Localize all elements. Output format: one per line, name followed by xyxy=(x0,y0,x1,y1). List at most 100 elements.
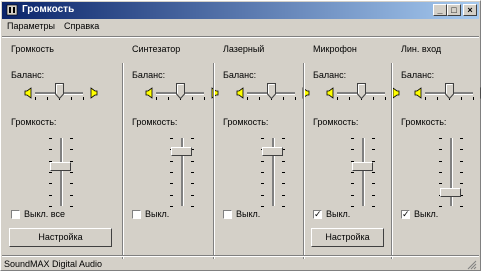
volume-tick xyxy=(439,161,442,162)
volume-tick xyxy=(191,206,194,207)
volume-tick xyxy=(282,172,285,173)
volume-label: Громкость: xyxy=(313,117,359,127)
balance-tick xyxy=(373,97,374,100)
mute-checkbox[interactable] xyxy=(223,210,232,219)
volume-tick xyxy=(191,183,194,184)
mute-label: Выкл. все xyxy=(24,209,65,219)
channel-separator xyxy=(122,63,124,259)
volume-tick xyxy=(191,172,194,173)
minimize-icon: _ xyxy=(437,5,443,15)
volume-tick xyxy=(49,138,52,139)
volume-tick xyxy=(372,206,375,207)
volume-tick xyxy=(372,172,375,173)
balance-tick xyxy=(192,97,193,100)
channel-strip: Громкость Баланс: Громкость: Выкл. все Наст… xyxy=(5,37,123,259)
title-bar[interactable]: Громкость _ □ × xyxy=(2,2,479,19)
volume-track xyxy=(362,138,365,206)
volume-tick xyxy=(170,138,173,139)
balance-tick xyxy=(349,97,350,100)
maximize-button[interactable]: □ xyxy=(447,4,461,16)
menu-bar: Параметры Справка xyxy=(2,20,479,35)
volume-tick xyxy=(460,138,463,139)
volume-tick xyxy=(170,183,173,184)
volume-tick xyxy=(439,138,442,139)
balance-slider-thumb[interactable] xyxy=(55,83,64,99)
volume-tick xyxy=(170,206,173,207)
balance-tick xyxy=(168,97,169,100)
volume-tick xyxy=(261,183,264,184)
balance-tick xyxy=(204,97,205,100)
balance-tick xyxy=(461,97,462,100)
volume-tick xyxy=(460,206,463,207)
volume-tick xyxy=(261,206,264,207)
channel-title: Лин. вход xyxy=(401,44,442,54)
volume-tick xyxy=(170,161,173,162)
volume-slider-thumb[interactable] xyxy=(262,147,283,156)
volume-tick xyxy=(439,206,442,207)
balance-slider-thumb[interactable] xyxy=(176,83,185,99)
channel-separator xyxy=(303,63,305,259)
balance-tick xyxy=(283,97,284,100)
channel-title: Микрофон xyxy=(313,44,357,54)
volume-slider-thumb[interactable] xyxy=(352,162,373,171)
channel-strip: Микрофон Баланс: Громкость: ✓ Выкл. Настройк… xyxy=(307,37,400,259)
mute-checkbox[interactable]: ✓ xyxy=(313,210,322,219)
balance-label: Баланс: xyxy=(11,70,45,80)
volume-tick xyxy=(351,172,354,173)
volume-tick xyxy=(351,149,354,150)
minimize-button[interactable]: _ xyxy=(433,4,447,16)
balance-tick xyxy=(295,97,296,100)
mute-checkbox[interactable] xyxy=(11,210,20,219)
window-title: Громкость xyxy=(22,4,75,15)
checkmark-icon: ✓ xyxy=(402,209,410,219)
balance-label: Баланс: xyxy=(132,70,166,80)
balance-slider-thumb[interactable] xyxy=(445,83,454,99)
mute-checkbox[interactable]: ✓ xyxy=(401,210,410,219)
balance-slider-thumb[interactable] xyxy=(267,83,276,99)
resize-grip-icon[interactable] xyxy=(467,260,477,270)
balance-tick xyxy=(437,97,438,100)
volume-slider-thumb[interactable] xyxy=(171,147,192,156)
volume-label: Громкость: xyxy=(223,117,269,127)
menu-help[interactable]: Справка xyxy=(64,21,99,31)
volume-tick xyxy=(49,206,52,207)
volume-tick xyxy=(351,183,354,184)
volume-tick xyxy=(261,161,264,162)
volume-tick xyxy=(70,206,73,207)
volume-tick xyxy=(70,183,73,184)
balance-tick xyxy=(385,97,386,100)
volume-slider-thumb[interactable] xyxy=(50,162,71,171)
channel-strip: Синтезатор Баланс: Громкость: Выкл. xyxy=(126,37,219,259)
volume-tick xyxy=(70,138,73,139)
channel-title: Синтезатор xyxy=(132,44,181,54)
balance-tick xyxy=(83,97,84,100)
volume-tick xyxy=(49,149,52,150)
balance-slider-thumb[interactable] xyxy=(357,83,366,99)
volume-tick xyxy=(191,138,194,139)
volume-tick xyxy=(282,195,285,196)
balance-tick xyxy=(35,97,36,100)
mute-checkbox[interactable] xyxy=(132,210,141,219)
volume-tick xyxy=(351,138,354,139)
volume-tick xyxy=(282,183,285,184)
volume-tick xyxy=(261,195,264,196)
speaker-left-icon xyxy=(414,87,423,99)
balance-label: Баланс: xyxy=(223,70,257,80)
volume-slider-thumb[interactable] xyxy=(440,188,461,197)
channel-strip: Лазерный Баланс: Громкость: Выкл. xyxy=(217,37,310,259)
volume-tick xyxy=(439,172,442,173)
volume-tick xyxy=(439,183,442,184)
volume-tick xyxy=(282,161,285,162)
advanced-settings-button[interactable]: Настройка xyxy=(9,228,112,247)
advanced-settings-button[interactable]: Настройка xyxy=(311,228,384,247)
volume-tick xyxy=(191,195,194,196)
volume-tick xyxy=(460,172,463,173)
speaker-right-icon xyxy=(89,87,98,99)
close-button[interactable]: × xyxy=(463,4,477,16)
volume-tick xyxy=(372,183,375,184)
volume-tick xyxy=(261,172,264,173)
channel-separator xyxy=(391,63,393,259)
balance-tick xyxy=(71,97,72,100)
menu-parameters[interactable]: Параметры xyxy=(7,21,55,31)
volume-tick xyxy=(49,183,52,184)
